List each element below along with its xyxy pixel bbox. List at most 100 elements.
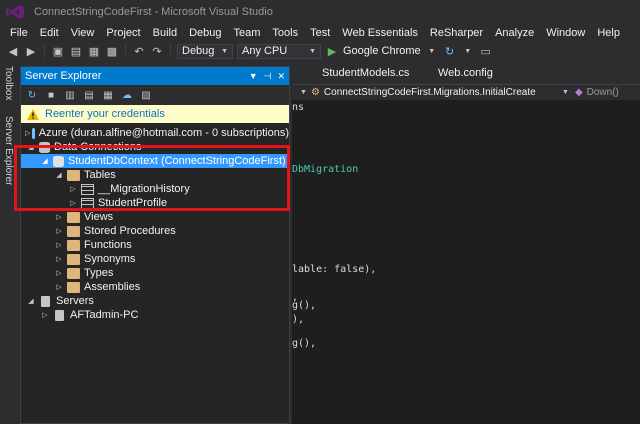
tree-item-label: Assemblies bbox=[84, 281, 141, 293]
platform-select[interactable]: Any CPU ▼ bbox=[237, 43, 321, 59]
tree-item-types[interactable]: ▷ Types bbox=[21, 266, 289, 280]
chevron-down-icon[interactable]: ▼ bbox=[461, 44, 475, 58]
properties-icon[interactable]: ▨ bbox=[139, 88, 153, 102]
member-navigation-label: Down() bbox=[586, 87, 619, 98]
menu-build[interactable]: Build bbox=[147, 27, 183, 39]
panel-controls: ▼ ⊣ ✕ bbox=[249, 71, 285, 82]
undo-icon[interactable]: ↶ bbox=[132, 44, 146, 58]
collapse-icon[interactable]: ◢ bbox=[39, 157, 51, 165]
tree-item-views[interactable]: ▷ Views bbox=[21, 210, 289, 224]
chevron-down-icon: ▼ bbox=[309, 47, 316, 55]
tree-item-servers[interactable]: ◢ Servers bbox=[21, 294, 289, 308]
connect-to-server-icon[interactable]: ▤ bbox=[82, 88, 96, 102]
menu-test[interactable]: Test bbox=[304, 27, 336, 39]
expand-icon[interactable]: ▷ bbox=[53, 227, 65, 235]
collapse-icon[interactable]: ◢ bbox=[25, 297, 37, 305]
tree-item-migration-history[interactable]: ▷ __MigrationHistory bbox=[21, 182, 289, 196]
tree-item-synonyms[interactable]: ▷ Synonyms bbox=[21, 252, 289, 266]
tree-item-label: Tables bbox=[84, 169, 116, 181]
expand-icon[interactable]: ▷ bbox=[25, 129, 30, 137]
close-icon[interactable]: ✕ bbox=[277, 71, 285, 82]
tree-item-azure[interactable]: ▷ Azure (duran.alfine@hotmail.com - 0 su… bbox=[21, 126, 289, 140]
class-icon: ⚙ bbox=[310, 87, 320, 98]
refresh-icon[interactable]: ↻ bbox=[25, 88, 39, 102]
folder-icon bbox=[67, 239, 80, 251]
open-file-icon[interactable]: ▤ bbox=[69, 44, 83, 58]
method-icon: ◆ bbox=[574, 87, 583, 98]
expand-icon[interactable]: ▷ bbox=[67, 199, 79, 207]
database-icon bbox=[53, 155, 64, 167]
tree-item-label: Types bbox=[84, 267, 114, 279]
expand-icon[interactable]: ▷ bbox=[53, 269, 65, 277]
menu-project[interactable]: Project bbox=[100, 27, 146, 39]
data-connections-icon bbox=[39, 141, 50, 153]
menu-debug[interactable]: Debug bbox=[183, 27, 227, 39]
chevron-down-icon[interactable]: ▼ bbox=[425, 44, 439, 58]
tree-item-label: Synonyms bbox=[84, 253, 136, 265]
tab-student-models[interactable]: StudentModels.cs bbox=[322, 67, 409, 79]
expand-icon[interactable]: ▷ bbox=[53, 255, 65, 263]
cloud-icon[interactable]: ☁ bbox=[120, 88, 134, 102]
tree-item-label: Servers bbox=[56, 295, 94, 307]
tree-item-label: Data Connections bbox=[54, 141, 142, 153]
expand-icon[interactable]: ▷ bbox=[53, 283, 65, 291]
save-icon[interactable]: ▦ bbox=[87, 44, 101, 58]
tree-item-assemblies[interactable]: ▷ Assemblies bbox=[21, 280, 289, 294]
expand-icon[interactable]: ▷ bbox=[67, 185, 79, 193]
navigate-back-icon[interactable]: ◀ bbox=[6, 44, 20, 58]
pin-icon[interactable]: ⊣ bbox=[264, 71, 272, 82]
credentials-warning-bar[interactable]: Reenter your credentials bbox=[21, 105, 289, 123]
expand-icon[interactable]: ▷ bbox=[39, 311, 51, 319]
panel-title: Server Explorer bbox=[25, 70, 102, 82]
connect-to-azure-icon[interactable]: ▦ bbox=[101, 88, 115, 102]
expand-icon[interactable]: ▷ bbox=[53, 241, 65, 249]
expand-icon[interactable]: ▷ bbox=[53, 213, 65, 221]
menu-help[interactable]: Help bbox=[591, 27, 626, 39]
collapse-icon[interactable]: ◢ bbox=[53, 171, 65, 179]
tab-web-config[interactable]: Web.config bbox=[438, 67, 493, 79]
table-icon bbox=[81, 183, 94, 195]
tree-item-stored-procedures[interactable]: ▷ Stored Procedures bbox=[21, 224, 289, 238]
tree-item-tables[interactable]: ◢ Tables bbox=[21, 168, 289, 182]
run-target-label[interactable]: Google Chrome bbox=[343, 45, 421, 57]
menu-analyze[interactable]: Analyze bbox=[489, 27, 540, 39]
save-all-icon[interactable]: ▩ bbox=[105, 44, 119, 58]
menu-resharper[interactable]: ReSharper bbox=[424, 27, 489, 39]
stop-icon[interactable]: ■ bbox=[44, 88, 58, 102]
server-explorer-tab[interactable]: Server Explorer bbox=[3, 116, 14, 185]
navigate-forward-icon[interactable]: ▶ bbox=[24, 44, 38, 58]
tree-item-db-context[interactable]: ◢ StudentDbContext (ConnectStringCodeFir… bbox=[21, 154, 289, 168]
window-title: ConnectStringCodeFirst - Microsoft Visua… bbox=[34, 6, 273, 18]
tree-item-data-connections[interactable]: ◢ Data Connections bbox=[21, 140, 289, 154]
toolbar-separator bbox=[44, 44, 45, 58]
menu-web-essentials[interactable]: Web Essentials bbox=[336, 27, 424, 39]
menu-view[interactable]: View bbox=[65, 27, 101, 39]
tree-item-machine[interactable]: ▷ AFTadmin-PC bbox=[21, 308, 289, 322]
refresh-icon[interactable]: ↻ bbox=[443, 44, 457, 58]
navigation-bar: ▼ ⚙ ConnectStringCodeFirst.Migrations.In… bbox=[292, 84, 640, 100]
tree-item-functions[interactable]: ▷ Functions bbox=[21, 238, 289, 252]
tree-item-student-profile[interactable]: ▷ StudentProfile bbox=[21, 196, 289, 210]
reenter-credentials-link[interactable]: Reenter your credentials bbox=[45, 108, 165, 120]
start-debugging-icon[interactable]: ▶ bbox=[325, 44, 339, 58]
connect-to-database-icon[interactable]: ▥ bbox=[63, 88, 77, 102]
menu-team[interactable]: Team bbox=[228, 27, 267, 39]
dropdown-icon[interactable]: ▼ bbox=[249, 71, 258, 82]
toolbar-separator bbox=[170, 44, 171, 58]
redo-icon[interactable]: ↷ bbox=[150, 44, 164, 58]
warning-icon bbox=[27, 108, 39, 120]
member-navigation-dropdown[interactable]: ▼ ◆ Down() bbox=[554, 87, 619, 98]
configuration-select[interactable]: Debug ▼ bbox=[177, 43, 233, 59]
panel-header: Server Explorer ▼ ⊣ ✕ bbox=[21, 67, 289, 85]
menu-file[interactable]: File bbox=[4, 27, 34, 39]
chevron-down-icon: ▼ bbox=[300, 89, 307, 96]
menu-window[interactable]: Window bbox=[540, 27, 591, 39]
tree-item-label: Functions bbox=[84, 239, 132, 251]
collapse-icon[interactable]: ◢ bbox=[25, 143, 37, 151]
new-project-icon[interactable]: ▣ bbox=[51, 44, 65, 58]
type-navigation-dropdown[interactable]: ▼ ⚙ ConnectStringCodeFirst.Migrations.In… bbox=[292, 87, 554, 98]
menu-tools[interactable]: Tools bbox=[266, 27, 304, 39]
browser-link-icon[interactable]: ▭ bbox=[479, 44, 493, 58]
toolbox-tab[interactable]: Toolbox bbox=[3, 66, 14, 100]
menu-edit[interactable]: Edit bbox=[34, 27, 65, 39]
